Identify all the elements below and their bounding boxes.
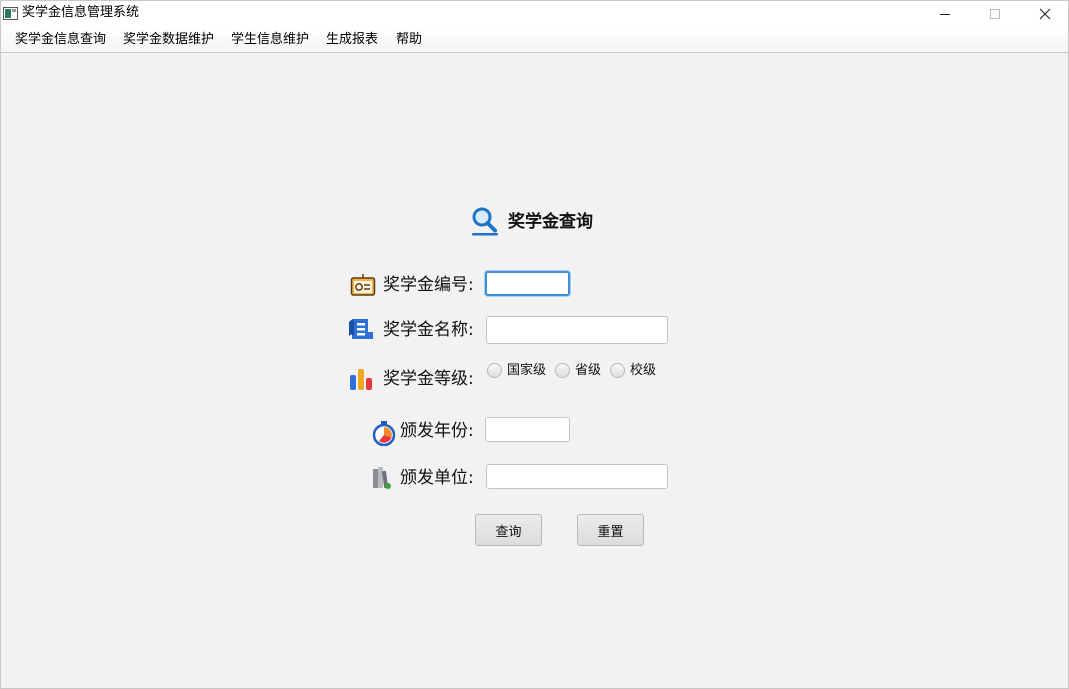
title-bar: 奖学金信息管理系统	[1, 1, 1068, 27]
menu-scholarship-data[interactable]: 奖学金数据维护	[123, 31, 214, 48]
window-title: 奖学金信息管理系统	[22, 5, 140, 20]
radio-national-circle[interactable]	[487, 363, 502, 378]
menu-bar: 奖学金信息查询 奖学金数据维护 学生信息维护 生成报表 帮助	[1, 27, 1068, 53]
menu-help[interactable]: 帮助	[396, 31, 422, 48]
minimize-icon	[940, 14, 950, 15]
close-button[interactable]	[1021, 1, 1069, 27]
bar-chart-icon	[350, 369, 372, 390]
books-icon	[373, 467, 391, 489]
radio-school-circle[interactable]	[610, 363, 625, 378]
radio-school[interactable]: 校级	[610, 362, 656, 379]
app-window: 奖学金信息管理系统 奖学金信息查询 奖学金数据维护 学生信息维护 生成报表 帮助	[0, 0, 1069, 689]
app-icon	[3, 7, 18, 20]
menu-student-info[interactable]: 学生信息维护	[231, 31, 309, 48]
issue-unit-label: 颁发单位:	[400, 468, 474, 488]
radio-national-label[interactable]: 国家级	[507, 362, 546, 379]
search-icon	[472, 207, 498, 236]
radio-provincial-circle[interactable]	[555, 363, 570, 378]
query-button[interactable]: 查询	[475, 514, 542, 546]
reset-button[interactable]: 重置	[577, 514, 644, 546]
maximize-icon	[990, 9, 1000, 19]
minimize-button[interactable]	[921, 1, 969, 27]
radio-national[interactable]: 国家级	[487, 362, 546, 379]
close-icon	[1039, 8, 1051, 20]
maximize-button[interactable]	[971, 1, 1019, 27]
issue-year-input[interactable]	[485, 417, 570, 442]
radio-school-label[interactable]: 校级	[630, 362, 656, 379]
scholarship-name-label: 奖学金名称:	[383, 320, 474, 340]
scholarship-id-label: 奖学金编号:	[383, 275, 474, 295]
scholarship-name-input[interactable]	[486, 316, 668, 344]
menu-generate-report[interactable]: 生成报表	[326, 31, 378, 48]
issue-year-label: 颁发年份:	[400, 421, 474, 441]
page-title: 奖学金查询	[508, 212, 593, 232]
menu-scholarship-query[interactable]: 奖学金信息查询	[15, 31, 106, 48]
issue-unit-input[interactable]	[486, 464, 668, 489]
scholarship-id-input[interactable]	[485, 271, 570, 296]
stopwatch-icon	[372, 421, 396, 446]
scholarship-level-label: 奖学金等级:	[383, 369, 474, 389]
radio-provincial-label[interactable]: 省级	[575, 362, 601, 379]
id-card-icon	[350, 274, 376, 296]
radio-provincial[interactable]: 省级	[555, 362, 601, 379]
scroll-icon	[349, 319, 373, 339]
